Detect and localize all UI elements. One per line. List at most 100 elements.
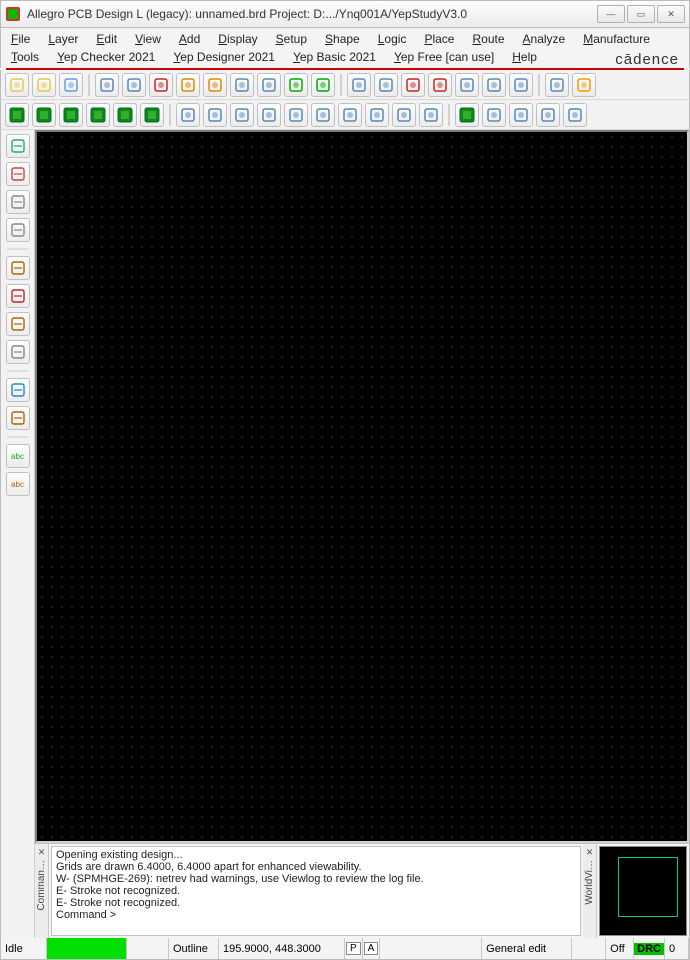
g6-button[interactable] [140, 103, 164, 127]
zoom-full-button[interactable] [347, 73, 371, 97]
g1-button[interactable] [5, 103, 29, 127]
menu-help[interactable]: Help [508, 49, 541, 65]
window-controls: — ▭ ✕ [597, 5, 685, 23]
sh-e-button[interactable] [392, 103, 416, 127]
worldview-close[interactable]: ✕WorldVi… [583, 844, 597, 938]
menu-yep-basic-2021[interactable]: Yep Basic 2021 [289, 49, 380, 65]
sub2-button[interactable] [257, 73, 281, 97]
zoom-center-button[interactable] [509, 73, 533, 97]
sh-sel-button[interactable] [257, 103, 281, 127]
copy-button[interactable] [122, 73, 146, 97]
menu-shape[interactable]: Shape [321, 31, 364, 47]
side-find-button[interactable] [6, 134, 30, 158]
delete-button[interactable] [149, 73, 173, 97]
sh-b-button[interactable] [311, 103, 335, 127]
grp-button[interactable] [455, 103, 479, 127]
statusbar: Idle Outline 195.9000, 448.3000 P A Gene… [0, 938, 690, 960]
sub1-button[interactable] [230, 73, 254, 97]
menu-yep-designer-2021[interactable]: Yep Designer 2021 [169, 49, 279, 65]
command-console[interactable]: Opening existing design...Grids are draw… [51, 846, 581, 936]
menu-route[interactable]: Route [468, 31, 508, 47]
status-a-button[interactable]: A [364, 942, 379, 955]
menu-yep-checker-2021[interactable]: Yep Checker 2021 [53, 49, 159, 65]
menu-tools[interactable]: Tools [7, 49, 43, 65]
side-layers-button[interactable] [6, 162, 30, 186]
side-toolbar: abc abc [1, 130, 35, 938]
app-icon [5, 6, 21, 22]
meas2-button[interactable] [536, 103, 560, 127]
sh-rect-button[interactable] [176, 103, 200, 127]
odb-button[interactable] [563, 103, 587, 127]
zoom-sel-button[interactable] [482, 73, 506, 97]
menu-edit[interactable]: Edit [92, 31, 121, 47]
move-button[interactable] [95, 73, 119, 97]
side-abc1-button[interactable]: abc [6, 444, 30, 468]
console-close[interactable]: ✕Comman… [35, 844, 49, 938]
separator [88, 74, 90, 96]
side-abc2-button[interactable]: abc [6, 472, 30, 496]
console-line: E- Stroke not recognized. [56, 897, 576, 909]
side-p2-button[interactable] [6, 284, 30, 308]
console-line: Command > [56, 909, 576, 921]
menu-display[interactable]: Display [214, 31, 261, 47]
close-button[interactable]: ✕ [657, 5, 685, 23]
menu-yep-free-can-use-[interactable]: Yep Free [can use] [390, 49, 498, 65]
side-p1-button[interactable] [6, 256, 30, 280]
status-a-wrap: A [363, 938, 381, 959]
sh-circ-button[interactable] [230, 103, 254, 127]
zoom-prev-button[interactable] [455, 73, 479, 97]
menu-layer[interactable]: Layer [44, 31, 82, 47]
menu-logic[interactable]: Logic [374, 31, 411, 47]
menu-file[interactable]: File [7, 31, 34, 47]
menu-add[interactable]: Add [175, 31, 204, 47]
maximize-button[interactable]: ▭ [627, 5, 655, 23]
worldview-panel[interactable] [599, 846, 687, 936]
check-button[interactable] [284, 73, 308, 97]
g5-button[interactable] [113, 103, 137, 127]
sh-a-button[interactable] [284, 103, 308, 127]
side-p3-button[interactable] [6, 312, 30, 336]
3d-button[interactable] [572, 73, 596, 97]
sh-d-button[interactable] [365, 103, 389, 127]
meas1-button[interactable] [509, 103, 533, 127]
status-drc[interactable]: DRC [634, 943, 664, 955]
g4-button[interactable] [86, 103, 110, 127]
zoom-window-button[interactable] [374, 73, 398, 97]
minimize-button[interactable]: — [597, 5, 625, 23]
status-p-button[interactable]: P [346, 942, 361, 955]
worldview-label: WorldVi… [584, 858, 595, 907]
side-t2-button[interactable] [6, 406, 30, 430]
canvas-wrap: ✕Comman… Opening existing design...Grids… [35, 130, 689, 938]
db-button[interactable] [482, 103, 506, 127]
status-progress [47, 938, 127, 959]
g2-button[interactable] [32, 103, 56, 127]
side-net-button[interactable] [6, 190, 30, 214]
brand-logo: cādence [615, 51, 679, 68]
main-area: abc abc ✕Comman… Opening existing design.… [0, 130, 690, 938]
worldview-rect [618, 857, 678, 917]
zoom-in-button[interactable] [401, 73, 425, 97]
pin-button[interactable] [311, 73, 335, 97]
separator [169, 104, 171, 126]
menu-analyze[interactable]: Analyze [519, 31, 570, 47]
side-nets2-button[interactable] [6, 218, 30, 242]
zoom-out-button[interactable] [428, 73, 452, 97]
sh-c-button[interactable] [338, 103, 362, 127]
sh-f-button[interactable] [419, 103, 443, 127]
side-p4-button[interactable] [6, 340, 30, 364]
menu-setup[interactable]: Setup [272, 31, 311, 47]
side-t1-button[interactable] [6, 378, 30, 402]
menu-manufacture[interactable]: Manufacture [579, 31, 654, 47]
menu-view[interactable]: View [131, 31, 165, 47]
sh-poly-button[interactable] [203, 103, 227, 127]
redo-button[interactable] [203, 73, 227, 97]
undo-button[interactable] [176, 73, 200, 97]
open-button[interactable] [32, 73, 56, 97]
save-button[interactable] [59, 73, 83, 97]
design-canvas[interactable] [35, 130, 689, 843]
window-title: Allegro PCB Design L (legacy): unnamed.b… [27, 7, 597, 21]
refresh-button[interactable] [545, 73, 569, 97]
menu-place[interactable]: Place [420, 31, 458, 47]
g3-button[interactable] [59, 103, 83, 127]
new-button[interactable] [5, 73, 29, 97]
